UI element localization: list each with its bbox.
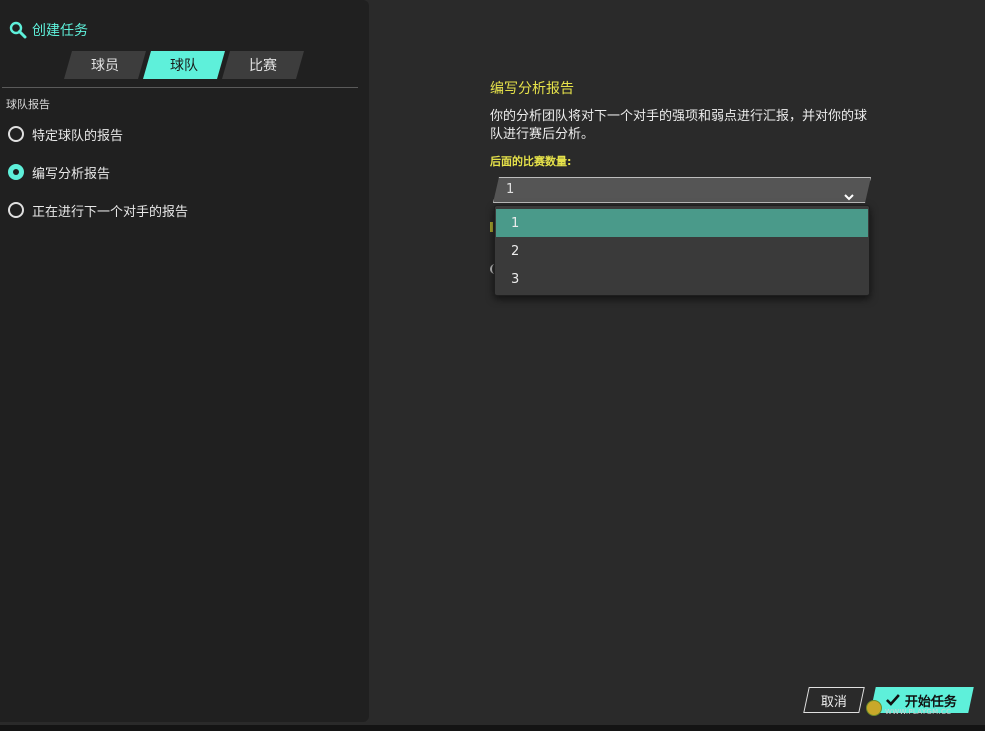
- content-title: 编写分析报告: [490, 81, 574, 97]
- section-label: 球队报告: [6, 98, 50, 111]
- bottom-strip: [0, 725, 985, 731]
- watermark: WWW.PLAYGM.CC: [866, 700, 951, 716]
- radio-button[interactable]: [8, 202, 24, 218]
- matches-count-label: 后面的比赛数量:: [490, 155, 572, 168]
- option-label: 正在进行下一个对手的报告: [32, 204, 189, 220]
- option-specific-team-report[interactable]: 特定球队的报告: [8, 122, 188, 146]
- option-analysis-report[interactable]: 编写分析报告: [8, 160, 188, 184]
- cancel-button[interactable]: 取消: [803, 687, 865, 713]
- watermark-logo-icon: [866, 700, 882, 716]
- select-value: 1: [506, 182, 515, 197]
- tab-match[interactable]: 比赛: [222, 51, 304, 79]
- panel-title: 创建任务: [32, 23, 88, 39]
- radio-button-selected[interactable]: [8, 164, 24, 180]
- tab-players[interactable]: 球员: [64, 51, 146, 79]
- dropdown-option-1[interactable]: 1: [496, 209, 868, 237]
- divider: [2, 87, 358, 88]
- watermark-text: WWW.PLAYGM.CC: [885, 708, 952, 716]
- matches-count-dropdown: 1 2 3: [494, 205, 870, 296]
- option-next-opponent-report[interactable]: 正在进行下一个对手的报告: [8, 198, 188, 222]
- chevron-down-icon: [844, 186, 854, 194]
- hidden-label-fragment: [490, 222, 493, 232]
- option-label: 编写分析报告: [32, 166, 111, 182]
- option-label: 特定球队的报告: [32, 128, 124, 144]
- matches-count-select[interactable]: 1: [493, 177, 871, 203]
- report-type-tabs: 球员 球队 比赛: [64, 51, 301, 79]
- dropdown-option-3[interactable]: 3: [496, 265, 868, 293]
- tab-team[interactable]: 球队: [143, 51, 225, 79]
- report-options: 特定球队的报告 编写分析报告 正在进行下一个对手的报告: [8, 122, 188, 236]
- left-panel: 创建任务 球员 球队 比赛 球队报告 特定球队的报告 编写分析报告 正在进行下一…: [0, 0, 369, 722]
- radio-button[interactable]: [8, 126, 24, 142]
- panel-header: 创建任务: [9, 20, 88, 40]
- dropdown-option-2[interactable]: 2: [496, 237, 868, 265]
- content-description: 你的分析团队将对下一个对手的强项和弱点进行汇报，并对你的球队进行赛后分析。: [490, 109, 868, 142]
- search-icon: [9, 21, 27, 39]
